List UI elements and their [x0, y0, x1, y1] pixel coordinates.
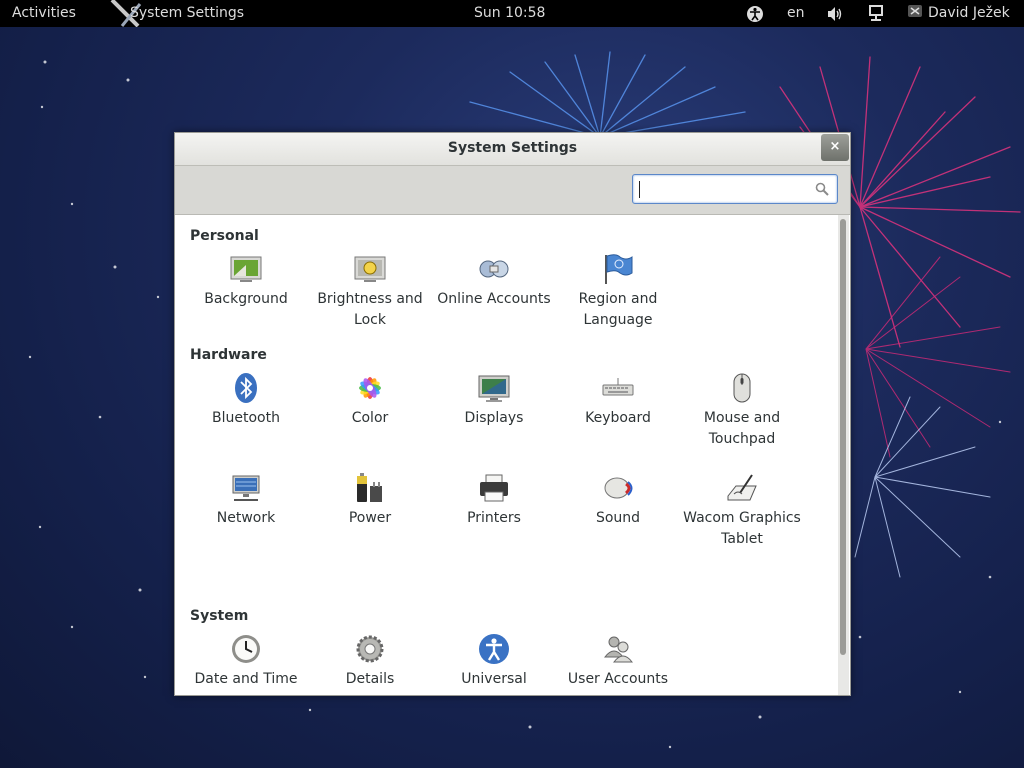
panel-color[interactable]: Color	[310, 372, 430, 429]
panel-printers[interactable]: Printers	[434, 472, 554, 529]
panel-label: Date and Time	[194, 671, 298, 687]
panel-displays[interactable]: Displays	[434, 372, 554, 429]
panel-label: Background	[204, 291, 288, 307]
activities-button[interactable]: Activities	[12, 5, 76, 21]
network-status-icon[interactable]	[868, 5, 884, 23]
user-accounts-icon	[603, 636, 634, 663]
panel-date-time[interactable]: Date and Time	[186, 633, 306, 690]
displays-icon	[478, 375, 510, 402]
scrollbar-thumb[interactable]	[840, 219, 846, 655]
window-titlebar[interactable]: System Settings	[175, 133, 850, 166]
panel-label: Universal	[461, 671, 527, 687]
panel-label: User Accounts	[567, 671, 669, 687]
user-status-icon	[908, 5, 922, 17]
user-menu[interactable]: David Ježek	[928, 5, 1010, 21]
printer-icon	[480, 474, 508, 502]
clock-icon	[232, 635, 260, 663]
panel-power[interactable]: Power	[310, 472, 430, 529]
panel-bluetooth[interactable]: Bluetooth	[186, 372, 306, 429]
section-title-system: System	[190, 608, 249, 624]
accessibility-icon[interactable]	[746, 5, 764, 23]
search-icon	[815, 182, 829, 196]
universal-access-icon	[479, 634, 509, 664]
gear-icon	[356, 635, 384, 663]
panel-label: Displays	[464, 410, 524, 426]
bluetooth-icon	[235, 373, 257, 403]
system-settings-window: System Settings × Personal Background Br…	[174, 132, 851, 696]
settings-panel-grid: Personal Background Brightness and Lock	[175, 215, 839, 695]
panel-mouse-touchpad[interactable]: Mouse and Touchpad	[682, 372, 802, 450]
panel-label: Wacom Graphics Tablet	[683, 510, 801, 547]
search-box[interactable]	[632, 174, 838, 204]
vertical-scrollbar[interactable]	[838, 215, 849, 695]
sound-icon	[604, 477, 633, 499]
panel-online-accounts[interactable]: Online Accounts	[434, 253, 554, 310]
toolbar	[175, 166, 850, 215]
online-accounts-icon	[479, 260, 509, 278]
brightness-lock-icon	[354, 256, 386, 282]
panel-network[interactable]: Network	[186, 472, 306, 529]
background-icon	[230, 256, 262, 282]
wacom-tablet-icon	[727, 474, 757, 501]
panel-label: Network	[216, 510, 276, 526]
panel-details[interactable]: Details	[310, 633, 430, 690]
panel-label: Online Accounts	[437, 291, 551, 307]
color-icon	[359, 377, 381, 399]
section-title-personal: Personal	[190, 228, 259, 244]
app-menu-title[interactable]: System Settings	[130, 5, 244, 21]
region-language-icon	[605, 254, 633, 284]
panel-label: Mouse and Touchpad	[703, 410, 781, 447]
top-panel: Activities System Settings Sun 10:58 en …	[0, 0, 1024, 27]
volume-icon[interactable]	[826, 5, 844, 23]
text-caret	[639, 181, 640, 198]
close-button[interactable]: ×	[821, 134, 849, 161]
panel-background[interactable]: Background	[186, 253, 306, 310]
network-icon	[232, 475, 260, 501]
panel-label: Bluetooth	[212, 410, 280, 426]
window-title: System Settings	[447, 140, 578, 156]
panel-keyboard[interactable]: Keyboard	[558, 372, 678, 429]
panel-universal[interactable]: Universal	[434, 633, 554, 690]
panel-region-language[interactable]: Region and Language	[558, 253, 678, 331]
keyboard-layout-indicator[interactable]: en	[787, 5, 805, 21]
clock[interactable]: Sun 10:58	[474, 5, 545, 21]
panel-label: Keyboard	[585, 410, 651, 426]
section-title-hardware: Hardware	[190, 347, 267, 363]
panel-wacom-tablet[interactable]: Wacom Graphics Tablet	[682, 472, 802, 550]
search-input[interactable]	[637, 178, 811, 202]
panel-brightness-lock[interactable]: Brightness and Lock	[310, 253, 430, 331]
panel-label: Power	[348, 510, 392, 526]
mouse-icon	[733, 373, 751, 403]
panel-label: Color	[351, 410, 389, 426]
panel-label: Sound	[595, 510, 641, 526]
panel-label: Printers	[467, 510, 521, 526]
panel-user-accounts[interactable]: User Accounts	[558, 633, 678, 690]
panel-label: Region and Language	[578, 291, 658, 328]
panel-sound[interactable]: Sound	[558, 472, 678, 529]
keyboard-icon	[602, 378, 634, 396]
panel-label: Details	[345, 671, 395, 687]
power-icon	[357, 473, 382, 502]
panel-label: Brightness and Lock	[317, 291, 423, 328]
